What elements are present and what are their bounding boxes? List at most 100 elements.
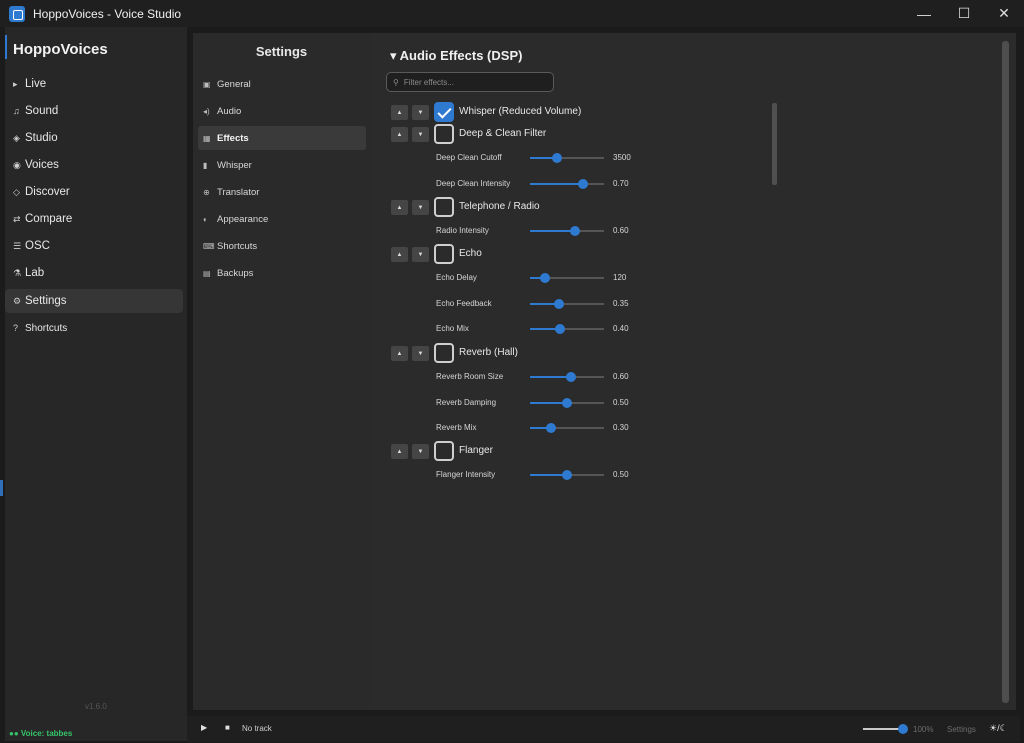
param-slider[interactable] <box>530 178 604 190</box>
sidebar-item-discover[interactable]: ◇ Discover <box>5 180 183 204</box>
param-slider[interactable] <box>530 272 604 284</box>
param-slider[interactable] <box>530 397 604 409</box>
slider-knob[interactable] <box>578 178 589 189</box>
slider-knob[interactable] <box>562 397 572 408</box>
move-down-button[interactable]: ▼ <box>412 444 429 459</box>
move-up-button[interactable]: ▲ <box>391 346 408 361</box>
sidebar-item-sound[interactable]: ♫ Sound <box>5 99 183 123</box>
param-value: 0.60 <box>613 372 629 381</box>
settings-item-effects[interactable]: ▦ Effects <box>198 126 366 150</box>
settings-item-shortcuts[interactable]: ⌨ Shortcuts <box>198 234 366 258</box>
move-down-button[interactable]: ▼ <box>412 247 429 262</box>
speaker-icon: ◂) <box>203 106 210 116</box>
slider-knob[interactable] <box>562 470 572 480</box>
settings-item-general[interactable]: ▣ General <box>198 72 366 96</box>
minimize-button[interactable]: — <box>904 0 944 27</box>
settings-item-audio[interactable]: ◂) Audio <box>198 99 366 123</box>
effect-enable-checkbox[interactable] <box>434 102 454 122</box>
effect-enable-checkbox[interactable] <box>434 124 454 144</box>
sidebar-item-studio[interactable]: ◈ Studio <box>5 126 183 150</box>
param-value: 3500 <box>613 153 631 162</box>
slider-knob[interactable] <box>566 372 577 382</box>
volume-knob[interactable] <box>897 724 908 734</box>
play-button[interactable]: ▶ <box>201 723 207 732</box>
move-up-button[interactable]: ▲ <box>391 200 408 215</box>
effect-enable-checkbox[interactable] <box>434 441 454 461</box>
param-label: Reverb Mix <box>436 423 477 432</box>
move-up-button[interactable]: ▲ <box>391 127 408 142</box>
close-button[interactable]: ✕ <box>984 0 1024 27</box>
move-up-button[interactable]: ▲ <box>391 247 408 262</box>
stop-button[interactable]: ■ <box>225 723 230 732</box>
sidebar-item-shortcuts[interactable]: ? Shortcuts <box>5 316 183 340</box>
param-slider[interactable] <box>530 298 604 310</box>
maximize-button[interactable]: ☐ <box>944 0 984 27</box>
param-slider[interactable] <box>530 323 604 335</box>
slider-knob[interactable] <box>551 153 562 163</box>
move-down-button[interactable]: ▼ <box>412 346 429 361</box>
settings-item-label: Whisper <box>217 159 252 171</box>
filter-field[interactable]: ⚲ <box>386 72 554 92</box>
sidebar-item-label: Settings <box>25 295 67 307</box>
slider-knob[interactable] <box>539 273 550 283</box>
settings-item-translator[interactable]: ⊕ Translator <box>198 180 366 204</box>
effect-enable-checkbox[interactable] <box>434 244 454 264</box>
volume-slider[interactable] <box>863 723 908 735</box>
app-logo-icon <box>9 5 25 22</box>
general-icon: ▣ <box>203 79 211 89</box>
settings-item-label: Appearance <box>217 213 269 225</box>
move-down-button[interactable]: ▼ <box>412 127 429 142</box>
effects-scrollbar[interactable] <box>772 103 777 185</box>
effect-enable-checkbox[interactable] <box>434 197 454 217</box>
sidebar-item-settings[interactable]: ⚙ Settings <box>5 289 183 313</box>
volume-fill <box>863 728 903 730</box>
slider-knob[interactable] <box>555 324 566 334</box>
settings-item-whisper[interactable]: ▮ Whisper <box>198 153 366 177</box>
effect-name: Whisper (Reduced Volume) <box>459 106 582 117</box>
param-slider[interactable] <box>530 422 604 434</box>
keyboard-icon: ⌨ <box>203 241 215 251</box>
settings-item-appearance[interactable]: ◐ Appearance <box>198 207 366 231</box>
move-up-button[interactable]: ▲ <box>391 105 408 120</box>
section-title[interactable]: ▾ Audio Effects (DSP) <box>390 48 522 64</box>
effects-panel: ▾ Audio Effects (DSP) ⚲ ▲ ▼ Whisper (Reduc… <box>370 33 1016 710</box>
slider-knob[interactable] <box>545 423 556 433</box>
sidebar-item-live[interactable]: ▸ Live <box>5 72 183 96</box>
window-title: HoppoVoices - Voice Studio <box>33 6 182 21</box>
player-bar: ▶ ■ No track 100% Settings ☀/☾ <box>187 716 1020 742</box>
slider-knob[interactable] <box>553 298 564 309</box>
brand-accent-bar <box>5 35 7 59</box>
sidebar-item-osc[interactable]: ☰ OSC <box>5 234 183 258</box>
move-down-button[interactable]: ▼ <box>412 105 429 120</box>
player-settings-link[interactable]: Settings <box>947 725 976 734</box>
move-up-button[interactable]: ▲ <box>391 444 408 459</box>
settings-item-backups[interactable]: ▤ Backups <box>198 261 366 285</box>
sidebar-item-label: Shortcuts <box>25 322 68 334</box>
sidebar-item-lab[interactable]: ⚗ Lab <box>5 261 183 285</box>
help-icon: ? <box>13 323 19 333</box>
discover-icon: ◇ <box>13 186 20 197</box>
param-slider[interactable] <box>530 152 604 164</box>
param-label: Radio Intensity <box>436 226 489 235</box>
sidebar-item-compare[interactable]: ⇄ Compare <box>5 207 183 231</box>
track-label: No track <box>242 724 272 733</box>
param-value: 0.35 <box>613 298 629 308</box>
param-slider[interactable] <box>530 469 604 481</box>
move-down-button[interactable]: ▼ <box>412 200 429 215</box>
param-slider[interactable] <box>530 225 604 237</box>
settings-item-label: Audio <box>217 105 242 117</box>
filter-effects-input[interactable] <box>403 77 544 87</box>
param-label: Reverb Damping <box>436 397 497 407</box>
slider-fill <box>530 376 572 378</box>
param-label: Flanger Intensity <box>436 470 496 479</box>
sidebar-item-voices[interactable]: ◉ Voices <box>5 153 183 177</box>
panel-scrollbar[interactable] <box>1002 41 1009 703</box>
param-slider[interactable] <box>530 371 604 383</box>
param-value: 0.40 <box>613 324 629 333</box>
effect-enable-checkbox[interactable] <box>434 343 454 363</box>
theme-toggle-button[interactable]: ☀/☾ <box>989 723 1008 734</box>
voice-status: ●● Voice: tabbes <box>9 729 73 738</box>
slider-knob[interactable] <box>570 226 581 236</box>
globe-icon: ⊕ <box>203 187 210 197</box>
settings-item-label: Shortcuts <box>217 240 258 252</box>
